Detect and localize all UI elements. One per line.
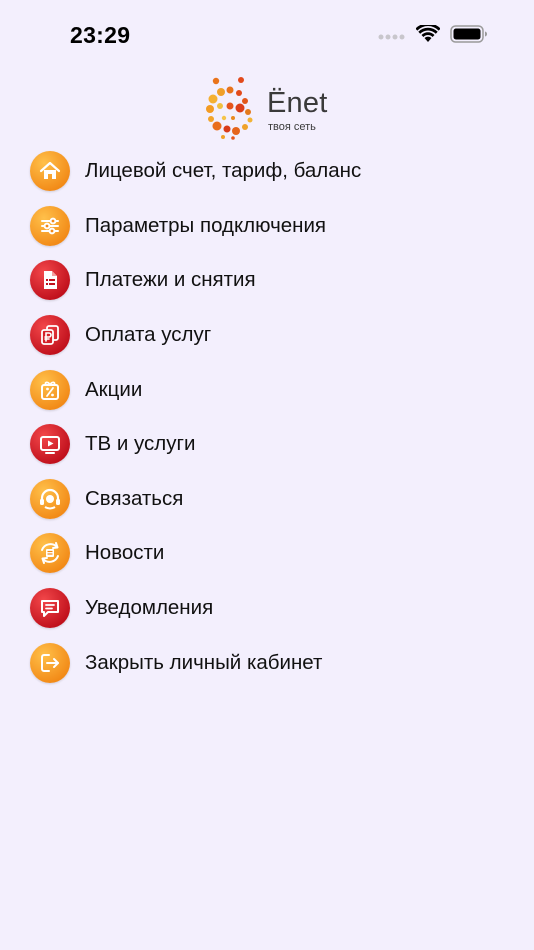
cellular-signal-icon [378,28,406,46]
headset-icon [30,478,70,519]
menu-item-connection-params[interactable]: Параметры подключения [0,199,534,254]
logout-icon [30,642,70,683]
sliders-icon [30,205,70,246]
battery-icon [450,25,488,48]
message-icon [30,588,70,629]
menu-item-notifications[interactable]: Уведомления [0,581,534,636]
wifi-icon [415,23,441,48]
menu-item-label: Параметры подключения [85,213,327,237]
logo-name: Ёnet [267,87,328,119]
menu-item-label: Новости [85,541,165,565]
ruble-cards-icon [30,315,70,356]
menu-item-promotions[interactable]: Акции [0,362,534,417]
menu-item-label: Уведомления [85,596,214,620]
menu-item-tv-services[interactable]: ТВ и услуги [0,417,534,472]
menu-item-account[interactable]: Лицевой счет, тариф, баланс [0,144,534,199]
menu-item-label: Закрыть личный кабинет [85,650,323,674]
status-icons [378,23,488,48]
menu-item-label: Лицевой счет, тариф, баланс [85,159,362,183]
menu-item-contact[interactable]: Связаться [0,472,534,527]
gift-percent-icon [30,369,70,410]
enet-logo-mark [206,77,253,140]
status-time: 23:29 [70,22,131,48]
logo-tagline: твоя сеть [268,121,316,133]
document-icon [30,260,70,301]
menu-item-pay-services[interactable]: Оплата услуг [0,308,534,363]
home-icon [30,151,70,192]
menu-item-label: Акции [85,377,143,401]
menu-item-logout[interactable]: Закрыть личный кабинет [0,635,534,690]
enet-logo: Ёnet твоя сеть [203,76,338,140]
menu-item-label: Оплата услуг [85,323,212,347]
menu-item-payments[interactable]: Платежи и снятия [0,253,534,308]
main-menu: Лицевой счет, тариф, баланс Параметры по… [0,144,534,690]
status-bar: 23:29 [0,0,534,72]
menu-item-label: ТВ и услуги [85,432,196,456]
menu-item-label: Связаться [85,486,184,510]
menu-item-news[interactable]: Новости [0,526,534,581]
news-refresh-icon [30,533,70,574]
tv-play-icon [30,424,70,465]
menu-item-label: Платежи и снятия [85,268,256,292]
